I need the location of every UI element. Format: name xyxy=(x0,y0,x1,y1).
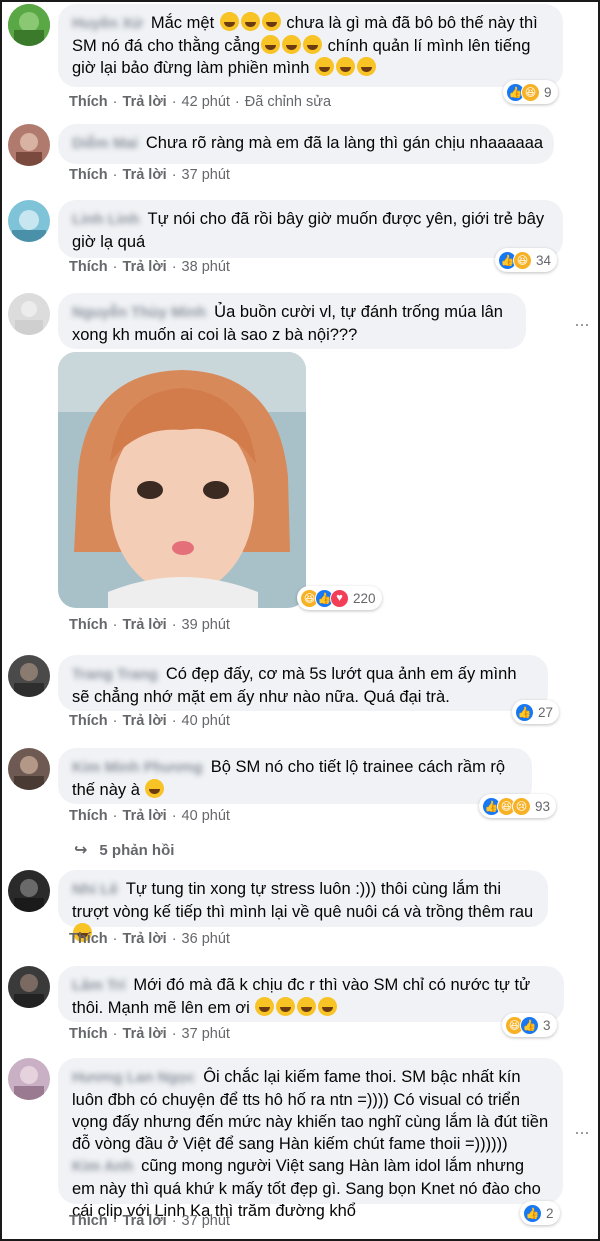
reaction-count[interactable]: 👍 😆 34 xyxy=(495,248,558,272)
reaction-count[interactable]: 👍 2 xyxy=(520,1201,560,1225)
commenter-name[interactable]: Nguyễn Thùy Minh xyxy=(72,302,206,324)
like-link[interactable]: Thích xyxy=(69,617,108,633)
comment-bubble: Kim Minh Phương Bộ SM nó cho tiết lộ trai… xyxy=(58,748,532,804)
laugh-cry-emoji xyxy=(276,997,296,1016)
more-options-icon[interactable]: ··· xyxy=(574,1122,590,1143)
comment-bubble: Nhi Lê Tự tung tin xong tự stress luôn :)… xyxy=(58,870,548,942)
reaction-count[interactable]: 😆 👍 ♥ 220 xyxy=(297,586,382,610)
reply-arrow-icon: ↪ xyxy=(74,842,88,859)
like-link[interactable]: Thích xyxy=(69,1213,108,1229)
timestamp[interactable]: 39 phút xyxy=(182,617,230,633)
reaction-count[interactable]: 👍 😆 😢 93 xyxy=(479,794,557,818)
timestamp[interactable]: 38 phút xyxy=(182,259,230,275)
comment-bubble: Nguyễn Thùy Minh Ủa buồn cười vl, tự đánh… xyxy=(58,293,526,349)
comment-bubble: Trang Trang Có đẹp đấy, cơ mà 5s lướt qua… xyxy=(58,655,548,711)
rofl-emoji xyxy=(357,57,377,76)
haha-icon: 😆 xyxy=(521,82,540,102)
love-icon: ♥ xyxy=(330,588,349,608)
grin-emoji xyxy=(219,12,239,31)
avatar[interactable] xyxy=(8,200,50,242)
reaction-count[interactable]: 👍 😆 9 xyxy=(503,80,558,104)
commenter-name[interactable]: Huyền Xứ xyxy=(72,13,143,35)
reaction-count[interactable]: 😆 👍 3 xyxy=(502,1013,557,1037)
avatar[interactable] xyxy=(8,4,50,46)
avatar[interactable] xyxy=(8,1058,50,1100)
avatar[interactable] xyxy=(8,293,50,335)
timestamp[interactable]: 42 phút xyxy=(182,94,230,110)
laugh-cry-emoji xyxy=(255,997,275,1016)
like-icon: 👍 xyxy=(515,702,534,722)
edited-label: Đã chỉnh sửa xyxy=(244,94,332,110)
haha-icon: 😆 xyxy=(513,250,532,270)
view-replies-link[interactable]: ↪ 5 phản hồi xyxy=(74,840,174,860)
comment-actions: Thích · Trả lời · 38 phút xyxy=(69,259,230,275)
comment-photo[interactable] xyxy=(58,352,306,608)
reply-link[interactable]: Trả lời xyxy=(123,808,167,824)
timestamp[interactable]: 37 phút xyxy=(182,1213,230,1229)
like-icon: 👍 xyxy=(520,1015,539,1035)
timestamp[interactable]: 37 phút xyxy=(182,1026,230,1042)
timestamp[interactable]: 36 phút xyxy=(182,931,230,947)
laugh-cry-emoji xyxy=(297,997,317,1016)
reply-link[interactable]: Trả lời xyxy=(123,931,167,947)
comment-bubble: Diễm Mai Chưa rõ ràng mà em đã la làng th… xyxy=(58,124,554,164)
like-link[interactable]: Thích xyxy=(69,808,108,824)
timestamp[interactable]: 37 phút xyxy=(182,167,230,183)
laugh-cry-emoji xyxy=(261,35,281,54)
rofl-emoji xyxy=(315,57,335,76)
comment-actions: Thích · Trả lời · 37 phút xyxy=(69,1026,230,1042)
like-link[interactable]: Thích xyxy=(69,713,108,729)
comment-actions: Thích · Trả lời · 37 phút xyxy=(69,167,230,183)
sad-icon: 😢 xyxy=(512,796,531,816)
reply-link[interactable]: Trả lời xyxy=(123,713,167,729)
comment-actions: Thích · Trả lời · 40 phút xyxy=(69,808,230,824)
rofl-emoji xyxy=(336,57,356,76)
comment-bubble: Huyền Xứ Mắc mệt chưa là gì mà đã bô bô t… xyxy=(58,4,563,87)
laugh-cry-emoji xyxy=(318,997,338,1016)
comment-actions: Thích · Trả lời · 37 phút xyxy=(69,1213,230,1229)
reply-link[interactable]: Trả lời xyxy=(123,1213,167,1229)
commenter-name[interactable]: Lâm Trí xyxy=(72,975,125,997)
comment-actions: Thích · Trả lời · 42 phút · Đã chỉnh sửa xyxy=(69,94,332,110)
grin-emoji xyxy=(240,12,260,31)
reply-link[interactable]: Trả lời xyxy=(123,94,167,110)
like-link[interactable]: Thích xyxy=(69,259,108,275)
avatar[interactable] xyxy=(8,748,50,790)
timestamp[interactable]: 40 phút xyxy=(182,713,230,729)
commenter-name[interactable]: Hương Lan Ngọc xyxy=(72,1067,195,1089)
like-link[interactable]: Thích xyxy=(69,1026,108,1042)
commenter-name[interactable]: Trang Trang xyxy=(72,664,158,686)
commenter-name[interactable]: Nhi Lê xyxy=(72,879,118,901)
like-link[interactable]: Thích xyxy=(69,931,108,947)
mentioned-user[interactable]: Kim Anh xyxy=(72,1156,133,1178)
reply-link[interactable]: Trả lời xyxy=(123,617,167,633)
more-options-icon[interactable]: ··· xyxy=(574,314,590,335)
reaction-count[interactable]: 👍 27 xyxy=(512,700,560,724)
comment-actions: Thích · Trả lời · 36 phút xyxy=(69,931,230,947)
commenter-name[interactable]: Linh Linh xyxy=(72,209,139,231)
laugh-cry-emoji xyxy=(282,35,302,54)
avatar[interactable] xyxy=(8,655,50,697)
avatar[interactable] xyxy=(8,870,50,912)
comment-bubble: Hương Lan Ngọc Ôi chắc lại kiếm fame thoi… xyxy=(58,1058,563,1220)
reply-link[interactable]: Trả lời xyxy=(123,1026,167,1042)
timestamp[interactable]: 40 phút xyxy=(182,808,230,824)
commenter-name[interactable]: Diễm Mai xyxy=(72,133,138,155)
smile-emoji xyxy=(145,779,165,798)
avatar[interactable] xyxy=(8,966,50,1008)
like-link[interactable]: Thích xyxy=(69,94,108,110)
comment-actions: Thích · Trả lời · 39 phút xyxy=(69,617,230,633)
grin-emoji xyxy=(261,12,281,31)
comment-bubble: Linh Linh Tự nói cho đã rồi bây giờ muốn … xyxy=(58,200,563,258)
reply-link[interactable]: Trả lời xyxy=(123,259,167,275)
comment-actions: Thích · Trả lời · 40 phút xyxy=(69,713,230,729)
comment-bubble: Lâm Trí Mới đó mà đã k chịu đc r thì vào … xyxy=(58,966,564,1022)
like-icon: 👍 xyxy=(523,1203,542,1223)
commenter-name[interactable]: Kim Minh Phương xyxy=(72,757,203,779)
reply-link[interactable]: Trả lời xyxy=(123,167,167,183)
like-link[interactable]: Thích xyxy=(69,167,108,183)
laugh-cry-emoji xyxy=(303,35,323,54)
avatar[interactable] xyxy=(8,124,50,166)
